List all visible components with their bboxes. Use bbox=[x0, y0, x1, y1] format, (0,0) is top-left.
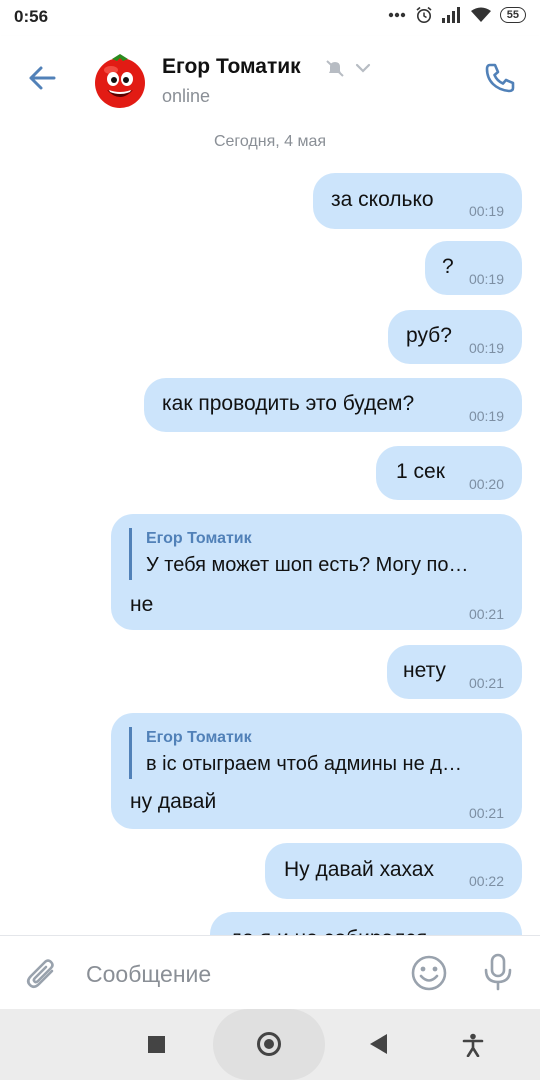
back-arrow-icon[interactable] bbox=[26, 62, 58, 94]
chevron-down-icon[interactable] bbox=[354, 62, 372, 74]
avatar[interactable] bbox=[90, 50, 150, 110]
recent-apps-icon[interactable] bbox=[148, 1036, 165, 1053]
emoji-icon[interactable] bbox=[410, 954, 448, 992]
more-dots-icon bbox=[388, 12, 405, 18]
message-bubble[interactable]: да я и не собирался bbox=[210, 912, 522, 935]
message-text: не bbox=[130, 593, 154, 616]
signal-icon bbox=[441, 7, 460, 23]
quoted-reply[interactable]: Егор Томатик в ic отыграем чтоб админы н… bbox=[129, 727, 504, 779]
message-bubble[interactable]: как проводить это будем? 00:19 bbox=[144, 378, 522, 432]
message-bubble[interactable]: нету 00:21 bbox=[387, 645, 522, 699]
message-input[interactable] bbox=[86, 956, 386, 992]
message-text: ? bbox=[442, 255, 454, 278]
reply-message-bubble[interactable]: Егор Томатик в ic отыграем чтоб админы н… bbox=[111, 713, 522, 829]
message-bubble[interactable]: за сколько 00:19 bbox=[313, 173, 522, 229]
message-bubble[interactable]: Ну давай хахах 00:22 bbox=[265, 843, 522, 899]
phone-call-icon[interactable] bbox=[482, 60, 518, 96]
wifi-icon bbox=[470, 7, 491, 22]
chat-header: Егор Томатик online bbox=[0, 36, 540, 123]
message-bubble[interactable]: ? 00:19 bbox=[425, 241, 522, 295]
status-bar: 0:56 55 bbox=[0, 0, 540, 36]
alarm-icon bbox=[416, 6, 432, 23]
message-bubble[interactable]: 1 сек 00:20 bbox=[376, 446, 522, 500]
tomato-avatar-icon bbox=[95, 54, 145, 108]
message-text: нету bbox=[403, 659, 446, 682]
paperclip-icon[interactable] bbox=[24, 954, 60, 992]
chat-history[interactable]: Сегодня, 4 мая за сколько 00:19 ? 00:19 … bbox=[0, 122, 540, 935]
reply-author: Егор Томатик bbox=[146, 729, 252, 746]
contact-status: online bbox=[162, 86, 211, 106]
microphone-icon[interactable] bbox=[483, 952, 513, 992]
status-time: 0:56 bbox=[14, 7, 49, 26]
message-time: 00:21 bbox=[468, 805, 504, 821]
reply-text: в ic отыграем чтоб админы не д… bbox=[146, 753, 462, 775]
message-text: ну давай bbox=[130, 790, 217, 813]
message-bubble[interactable]: руб? 00:19 bbox=[388, 310, 522, 364]
message-time: 00:19 bbox=[468, 340, 504, 356]
message-time: 00:19 bbox=[468, 271, 504, 287]
message-time: 00:19 bbox=[468, 203, 504, 219]
accessibility-icon[interactable] bbox=[462, 1033, 484, 1057]
reply-author: Егор Томатик bbox=[146, 530, 252, 547]
message-text: как проводить это будем? bbox=[162, 392, 415, 415]
message-composer bbox=[0, 935, 540, 1010]
message-text: руб? bbox=[406, 324, 452, 347]
message-time: 00:21 bbox=[468, 606, 504, 622]
reply-text: У тебя может шоп есть? Могу по… bbox=[146, 554, 469, 576]
quoted-reply[interactable]: Егор Томатик У тебя может шоп есть? Могу… bbox=[129, 528, 504, 580]
message-text: Ну давай хахах bbox=[284, 858, 434, 881]
message-text: да я и не собирался bbox=[230, 927, 427, 935]
message-time: 00:21 bbox=[468, 675, 504, 691]
message-time: 00:22 bbox=[468, 873, 504, 889]
system-navigation-bar bbox=[0, 1009, 540, 1080]
reply-message-bubble[interactable]: Егор Томатик У тебя может шоп есть? Могу… bbox=[111, 514, 522, 630]
status-icons: 55 bbox=[388, 6, 526, 24]
message-text: 1 сек bbox=[396, 460, 445, 483]
home-icon[interactable] bbox=[257, 1032, 281, 1056]
message-time: 00:19 bbox=[468, 408, 504, 424]
battery-indicator: 55 bbox=[499, 7, 526, 23]
message-time: 00:20 bbox=[468, 476, 504, 492]
message-text: за сколько bbox=[331, 188, 434, 211]
date-separator: Сегодня, 4 мая bbox=[213, 133, 327, 150]
muted-icon bbox=[326, 60, 344, 77]
nav-back-icon[interactable] bbox=[370, 1034, 387, 1054]
contact-name[interactable]: Егор Томатик bbox=[162, 55, 301, 79]
